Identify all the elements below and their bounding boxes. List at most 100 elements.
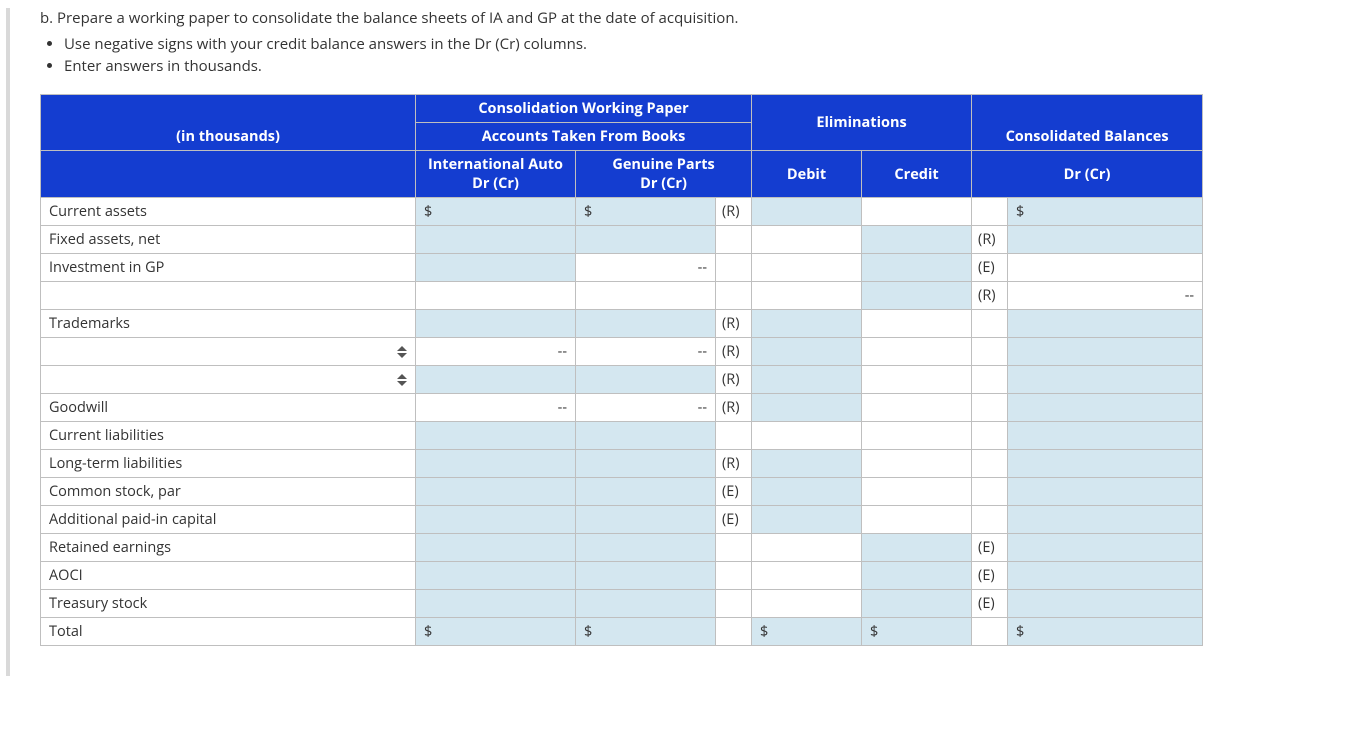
gp-amount[interactable] xyxy=(576,506,716,534)
consolidated-amount[interactable] xyxy=(1008,450,1203,478)
table-row: Long-term liabilities(R) xyxy=(41,450,1203,478)
credit-amount[interactable] xyxy=(862,254,972,282)
consolidated-amount[interactable] xyxy=(1008,366,1203,394)
credit-amount xyxy=(862,422,972,450)
table-row: ----(R) xyxy=(41,338,1203,366)
elimination-tag-left xyxy=(716,226,752,254)
debit-amount[interactable] xyxy=(752,450,862,478)
credit-amount[interactable] xyxy=(862,282,972,310)
debit-amount[interactable] xyxy=(752,394,862,422)
consolidated-amount[interactable]: $ xyxy=(1008,198,1203,226)
debit-amount[interactable] xyxy=(752,366,862,394)
row-label: Current assets xyxy=(41,198,416,226)
credit-amount[interactable] xyxy=(862,226,972,254)
elimination-tag-left: (R) xyxy=(716,366,752,394)
debit-amount[interactable] xyxy=(752,310,862,338)
consolidated-amount[interactable]: $ xyxy=(1008,618,1203,646)
elimination-tag-right: (E) xyxy=(972,254,1008,282)
ia-amount[interactable] xyxy=(416,422,576,450)
consolidated-amount xyxy=(1008,254,1203,282)
ia-amount[interactable] xyxy=(416,254,576,282)
ia-amount xyxy=(416,282,576,310)
elimination-tag-left xyxy=(716,590,752,618)
ia-amount[interactable] xyxy=(416,450,576,478)
ia-amount[interactable]: $ xyxy=(416,618,576,646)
gp-amount[interactable]: $ xyxy=(576,618,716,646)
elimination-tag-right xyxy=(972,338,1008,366)
gp-amount[interactable] xyxy=(576,450,716,478)
row-label[interactable] xyxy=(41,338,416,366)
gp-amount[interactable]: $ xyxy=(576,198,716,226)
gp-amount[interactable] xyxy=(576,366,716,394)
credit-amount[interactable]: $ xyxy=(862,618,972,646)
row-label: Retained earnings xyxy=(41,534,416,562)
consolidated-amount[interactable] xyxy=(1008,534,1203,562)
consolidated-amount[interactable] xyxy=(1008,506,1203,534)
credit-amount[interactable] xyxy=(862,562,972,590)
consolidated-amount[interactable] xyxy=(1008,338,1203,366)
ia-amount[interactable] xyxy=(416,562,576,590)
row-label[interactable] xyxy=(41,366,416,394)
debit-amount[interactable] xyxy=(752,338,862,366)
ia-amount[interactable] xyxy=(416,506,576,534)
sort-icon[interactable] xyxy=(395,343,409,361)
gp-amount[interactable] xyxy=(576,422,716,450)
table-row: (R)-- xyxy=(41,282,1203,310)
credit-amount xyxy=(862,198,972,226)
elimination-tag-right xyxy=(972,478,1008,506)
consolidated-amount[interactable] xyxy=(1008,422,1203,450)
debit-amount xyxy=(752,534,862,562)
consolidated-amount[interactable] xyxy=(1008,310,1203,338)
credit-amount[interactable] xyxy=(862,590,972,618)
header-title: Consolidation Working Paper xyxy=(416,95,752,123)
elimination-tag-right: (E) xyxy=(972,590,1008,618)
gp-amount[interactable] xyxy=(576,478,716,506)
table-row: Current liabilities xyxy=(41,422,1203,450)
debit-amount[interactable] xyxy=(752,478,862,506)
consolidated-amount[interactable] xyxy=(1008,590,1203,618)
ia-amount[interactable] xyxy=(416,226,576,254)
debit-amount[interactable] xyxy=(752,506,862,534)
elimination-tag-right xyxy=(972,198,1008,226)
elimination-tag-left xyxy=(716,534,752,562)
header-eliminations: Eliminations xyxy=(752,95,972,151)
header-debit: Debit xyxy=(752,151,862,198)
consolidated-amount[interactable] xyxy=(1008,226,1203,254)
ia-amount[interactable] xyxy=(416,310,576,338)
debit-amount[interactable] xyxy=(752,198,862,226)
gp-amount[interactable] xyxy=(576,590,716,618)
ia-amount[interactable] xyxy=(416,534,576,562)
credit-amount[interactable] xyxy=(862,534,972,562)
gp-amount[interactable] xyxy=(576,310,716,338)
ia-amount[interactable] xyxy=(416,366,576,394)
ia-amount[interactable] xyxy=(416,478,576,506)
elimination-tag-left: (E) xyxy=(716,506,752,534)
table-row: Additional paid-in capital(E) xyxy=(41,506,1203,534)
credit-amount xyxy=(862,478,972,506)
elimination-tag-right: (R) xyxy=(972,226,1008,254)
instruction-bullet: Use negative signs with your credit bala… xyxy=(64,34,1336,54)
consolidated-amount[interactable] xyxy=(1008,562,1203,590)
header-ia: International AutoDr (Cr) xyxy=(416,151,576,198)
gp-amount[interactable] xyxy=(576,534,716,562)
sort-icon[interactable] xyxy=(395,371,409,389)
elimination-tag-left: (R) xyxy=(716,338,752,366)
elimination-tag-right xyxy=(972,506,1008,534)
elimination-tag-left: (R) xyxy=(716,198,752,226)
elimination-tag-left xyxy=(716,618,752,646)
row-label: Goodwill xyxy=(41,394,416,422)
elimination-tag-right: (R) xyxy=(972,282,1008,310)
consolidated-amount[interactable] xyxy=(1008,478,1203,506)
credit-amount xyxy=(862,338,972,366)
header-credit: Credit xyxy=(862,151,972,198)
debit-amount xyxy=(752,282,862,310)
ia-amount[interactable]: $ xyxy=(416,198,576,226)
debit-amount[interactable]: $ xyxy=(752,618,862,646)
credit-amount xyxy=(862,366,972,394)
consolidated-amount[interactable] xyxy=(1008,394,1203,422)
gp-amount[interactable] xyxy=(576,226,716,254)
table-row: Current assets$$(R)$ xyxy=(41,198,1203,226)
elimination-tag-right xyxy=(972,450,1008,478)
ia-amount[interactable] xyxy=(416,590,576,618)
gp-amount[interactable] xyxy=(576,562,716,590)
